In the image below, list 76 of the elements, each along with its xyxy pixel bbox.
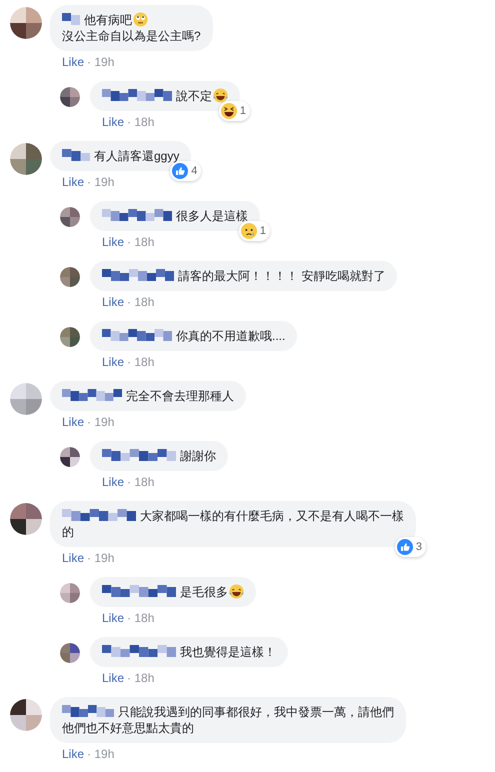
like-link[interactable]: Like [102, 474, 124, 490]
reaction-badge[interactable]: 1 [238, 221, 270, 241]
thumbs-up-reaction-icon [396, 539, 413, 555]
comment-text: 說不定 [176, 89, 212, 103]
pixelated-name[interactable] [102, 449, 176, 461]
comment-text: 請客的最大阿！！！！ 安靜吃喝就對了 [178, 269, 386, 283]
comment-text: 完全不會去理那種人 [126, 389, 234, 403]
like-link[interactable]: Like [102, 294, 124, 310]
comment-time: · 19h [87, 54, 114, 70]
like-link[interactable]: Like [102, 354, 124, 370]
reaction-count: 3 [416, 540, 422, 555]
comment-text: 大家都喝一樣的有什麼毛病，又不是有人喝不一樣 [140, 509, 404, 523]
reaction-badge[interactable]: 3 [394, 537, 426, 557]
pixelated-name[interactable] [62, 509, 136, 521]
laughing-tears-emoji-icon [213, 88, 228, 103]
comment-time: · 19h [87, 174, 114, 190]
pixelated-name[interactable] [102, 645, 176, 657]
avatar[interactable] [10, 143, 42, 175]
pixelated-name[interactable] [62, 389, 122, 401]
reaction-count: 1 [240, 104, 246, 119]
like-link[interactable]: Like [102, 114, 124, 130]
avatar[interactable] [60, 87, 80, 107]
pixelated-name[interactable] [62, 149, 90, 161]
avatar[interactable] [60, 327, 80, 347]
like-link[interactable]: Like [62, 54, 84, 70]
like-link[interactable]: Like [62, 174, 84, 190]
sad-reaction-icon [240, 223, 257, 239]
comment-text: 是毛很多 [180, 585, 228, 599]
pixelated-name[interactable] [102, 585, 176, 597]
thumbs-up-reaction-icon [172, 163, 188, 179]
comment-time: · 18h [127, 354, 154, 370]
pixelated-name[interactable] [102, 89, 172, 101]
comment-time: · 18h [127, 670, 154, 686]
comment-time: · 18h [127, 234, 154, 250]
comment-time: · 19h [87, 550, 114, 566]
comment-time: · 18h [127, 610, 154, 626]
comment-text: 他們也不好意思點太貴的 [62, 721, 194, 735]
like-link[interactable]: Like [102, 234, 124, 250]
avatar[interactable] [10, 699, 42, 731]
pixelated-name[interactable] [102, 209, 172, 221]
like-link[interactable]: Like [102, 670, 124, 686]
pixelated-name[interactable] [102, 329, 172, 341]
pixelated-name[interactable] [62, 705, 114, 717]
avatar[interactable] [10, 503, 42, 535]
pixelated-name[interactable] [102, 269, 174, 281]
comment-text: 我也覺得是這樣！ [180, 645, 276, 659]
avatar[interactable] [60, 643, 80, 663]
comment-time: · 19h [87, 746, 114, 762]
comment-text: 只能說我遇到的同事都很好，我中發票一萬，請他們 [118, 705, 394, 719]
reaction-count: 4 [191, 164, 198, 179]
comment-time: · 18h [127, 114, 154, 130]
comment-text: 沒公主命自以為是公主嗎? [62, 29, 201, 43]
comment-time: · 19h [87, 414, 114, 430]
avatar[interactable] [60, 447, 80, 467]
reaction-count: 1 [260, 224, 266, 239]
comment-text: 你真的不用道歉哦.... [176, 329, 286, 343]
avatar[interactable] [10, 7, 42, 39]
eye-roll-emoji-icon [133, 12, 148, 27]
comment-text: 很多人是這樣 [176, 209, 248, 223]
reaction-badge[interactable]: 4 [170, 161, 202, 181]
like-link[interactable]: Like [62, 550, 84, 566]
laughing-tears-emoji-icon [229, 584, 244, 599]
pixelated-name[interactable] [62, 13, 80, 25]
comment-text: 他有病吧 [84, 13, 132, 27]
laughing-reaction-icon [220, 103, 237, 119]
like-link[interactable]: Like [62, 414, 84, 430]
comment-time: · 18h [127, 294, 154, 310]
comment-time: · 18h [127, 474, 154, 490]
avatar[interactable] [60, 207, 80, 227]
like-link[interactable]: Like [62, 746, 84, 762]
reaction-badge[interactable]: 1 [218, 101, 250, 121]
avatar[interactable] [60, 267, 80, 287]
like-link[interactable]: Like [102, 610, 124, 626]
comment-text: 謝謝你 [180, 449, 216, 463]
comment-text: 的 [62, 525, 74, 539]
comment-text: 有人請客還ggyy [94, 149, 180, 163]
